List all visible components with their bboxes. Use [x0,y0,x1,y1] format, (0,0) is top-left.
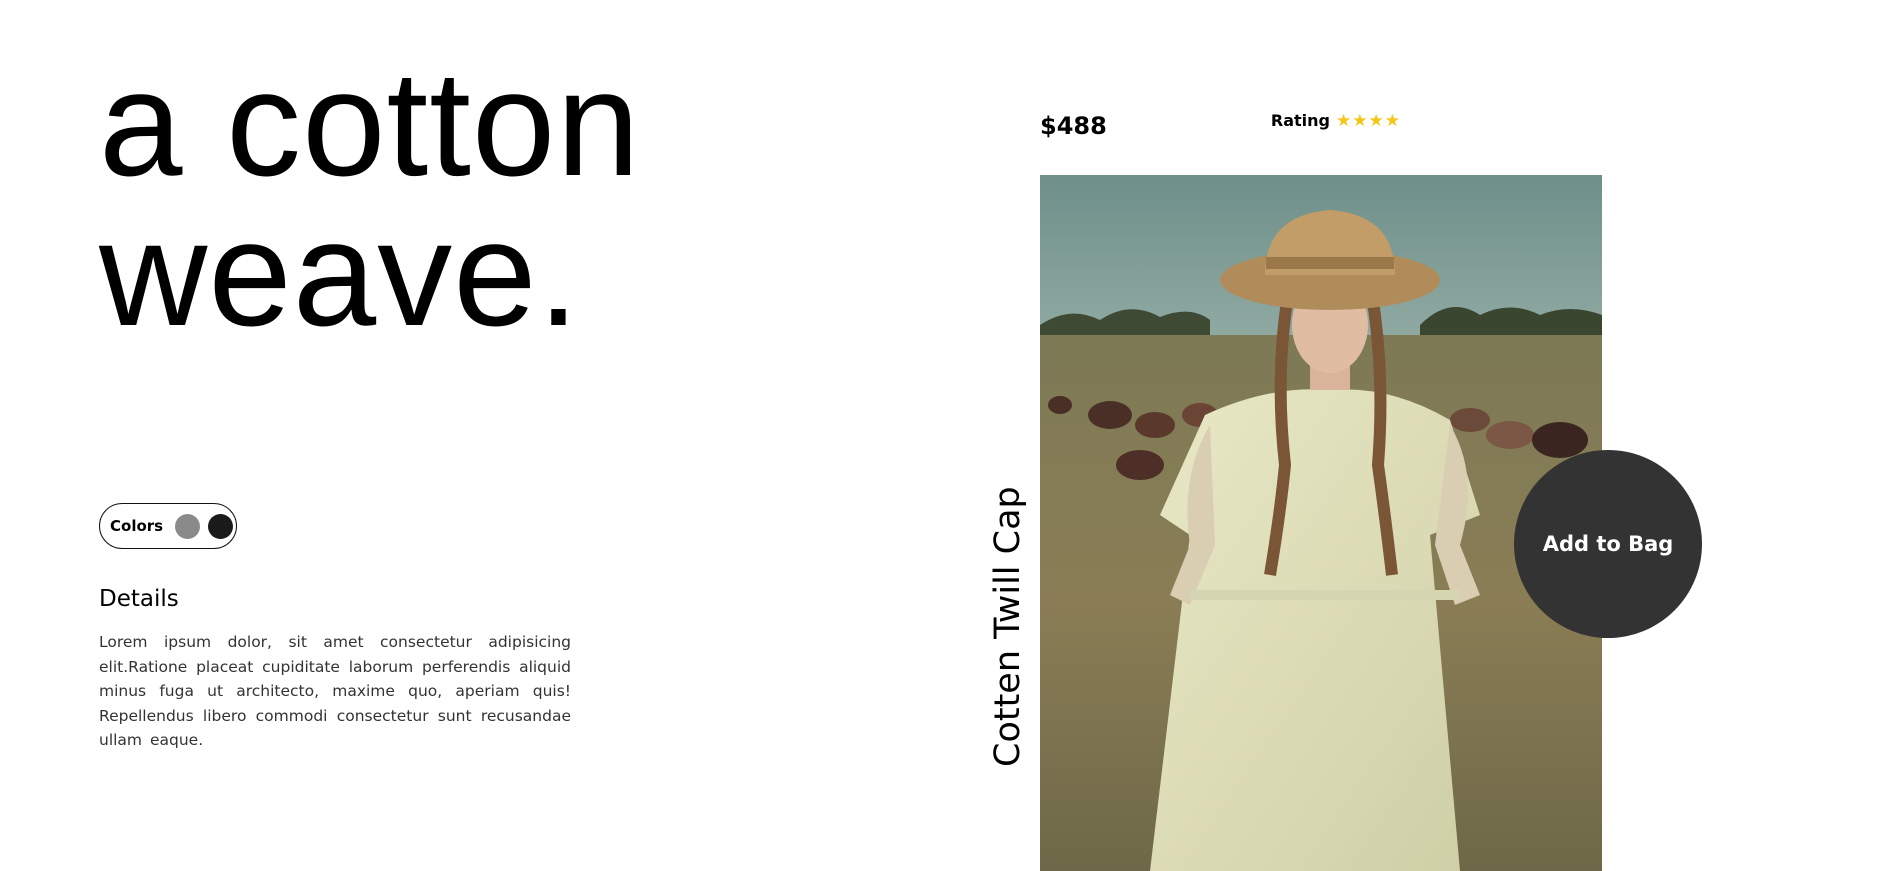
star-icon: ★ [1352,111,1368,130]
product-price: $488 [1040,112,1107,140]
rating-stars: ★ ★ ★ ★ [1336,112,1400,129]
details-description: Lorem ipsum dolor, sit amet consectetur … [99,633,571,749]
star-icon: ★ [1384,111,1400,130]
hero-line-1: a cotton [99,39,641,207]
product-rating: Rating ★ ★ ★ ★ [1271,111,1400,130]
colors-label: Colors [110,517,164,535]
color-selector: Colors [99,503,237,549]
details-heading: Details [99,586,179,612]
hero-line-2: weave. [99,189,581,357]
star-icon: ★ [1336,111,1352,130]
hero-headline: a cotton weave. [99,48,641,348]
product-name: Cotten Twill Cap [988,486,1028,767]
star-icon: ★ [1368,111,1384,130]
color-swatch-black[interactable] [208,513,234,539]
color-swatch-gray[interactable] [175,513,201,539]
rating-label: Rating [1270,111,1330,130]
add-to-bag-button[interactable]: Add to Bag [1514,450,1702,638]
